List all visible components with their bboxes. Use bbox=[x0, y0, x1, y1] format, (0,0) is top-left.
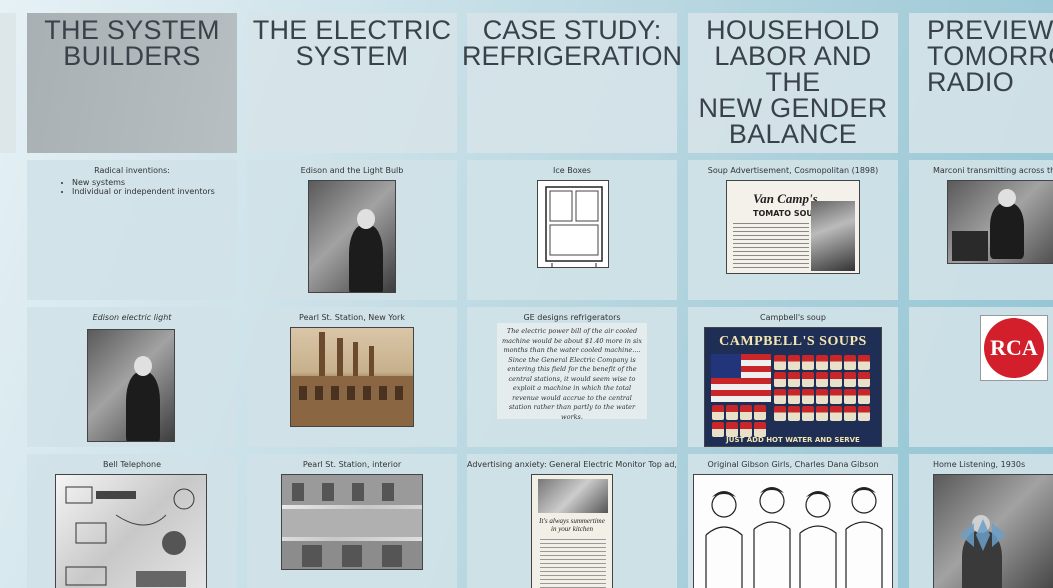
rca-logo: RCA bbox=[980, 315, 1048, 381]
telephone-diagram bbox=[55, 474, 207, 588]
van-camps-ad: Van Camp's TOMATO SOUP bbox=[726, 180, 860, 274]
person-head bbox=[134, 356, 152, 376]
bullet-item: Individual or independent inventors bbox=[72, 187, 215, 196]
slide-title: Ice Boxes bbox=[553, 166, 591, 175]
slide-card[interactable]: Radical inventions: New systems Individu… bbox=[27, 160, 237, 300]
gibson-girls-drawing bbox=[693, 474, 893, 588]
quote-text: The electric power bill of the air coole… bbox=[497, 323, 647, 421]
person-figure bbox=[349, 225, 383, 292]
home-listening-photo bbox=[933, 474, 1053, 588]
station-interior-drawing bbox=[281, 474, 423, 570]
rca-logo-mark: RCA bbox=[984, 318, 1044, 378]
station-building bbox=[291, 332, 413, 426]
column-household-labor: HOUSEHOLD LABOR AND THE NEW GENDER BALAN… bbox=[688, 0, 898, 588]
column-refrigeration: CASE STUDY: REFRIGERATION Ice Boxes GE d… bbox=[462, 0, 682, 588]
slide-card[interactable]: Ice Boxes bbox=[467, 160, 677, 300]
person-figure bbox=[990, 203, 1024, 259]
pearl-station-photo bbox=[290, 327, 414, 427]
title-card[interactable]: THE ELECTRIC SYSTEM bbox=[247, 13, 457, 153]
bullet-list: New systems Individual or independent in… bbox=[72, 178, 215, 196]
title-card[interactable]: HOUSEHOLD LABOR AND THE NEW GENDER BALAN… bbox=[688, 13, 898, 153]
ornament-icon bbox=[960, 519, 1006, 551]
interior-sketch bbox=[282, 475, 422, 569]
person-head bbox=[357, 209, 375, 229]
radio-equipment bbox=[952, 231, 988, 261]
campbells-ad: CAMPBELL'S SOUPS JUST ADD HOT WATER AND … bbox=[704, 327, 882, 447]
ad-footer: JUST ADD HOT WATER AND SERVE bbox=[726, 436, 860, 444]
icebox-sketch bbox=[545, 186, 603, 267]
slide-card[interactable]: Soup Advertisement, Cosmopolitan (1898) … bbox=[688, 160, 898, 300]
slide-card[interactable]: GE designs refrigerators The electric po… bbox=[467, 307, 677, 447]
slide-title: Bell Telephone bbox=[102, 460, 162, 469]
slide-card[interactable]: Edison and the Light Bulb bbox=[247, 160, 457, 300]
offscreen-card-edge bbox=[0, 13, 16, 153]
column-preview-radio: PREVIEW: TOMORROW RADIO Marconi transmit… bbox=[909, 0, 1053, 588]
ge-monitor-top-ad: It's always summertime in your kitchen bbox=[531, 474, 613, 588]
section-title: THE ELECTRIC SYSTEM bbox=[252, 15, 452, 71]
slide-title: Edison and the Light Bulb bbox=[300, 166, 404, 175]
column-system-builders: THE SYSTEM BUILDERS Radical inventions: … bbox=[27, 0, 237, 588]
prezi-overview-canvas: THE SYSTEM BUILDERS Radical inventions: … bbox=[0, 0, 1053, 588]
section-title: THE SYSTEM BUILDERS bbox=[44, 15, 220, 71]
title-card[interactable]: PREVIEW: TOMORROW RADIO bbox=[909, 13, 1053, 153]
section-title: HOUSEHOLD LABOR AND THE NEW GENDER BALAN… bbox=[698, 15, 888, 149]
slide-title: Advertising anxiety: General Electric Mo… bbox=[467, 460, 677, 469]
slide-card[interactable]: Home Listening, 1930s bbox=[909, 454, 1053, 588]
flag-canton bbox=[711, 354, 741, 378]
slide-title: Edison electric light bbox=[92, 313, 172, 322]
slide-title: Pearl St. Station, New York bbox=[299, 313, 405, 322]
marconi-photo bbox=[947, 180, 1053, 264]
ad-headline: It's always summertime in your kitchen bbox=[539, 517, 605, 533]
flag-stripes bbox=[711, 354, 771, 402]
slide-card[interactable]: Pearl St. Station, New York bbox=[247, 307, 457, 447]
slide-title: Home Listening, 1930s bbox=[933, 460, 1026, 469]
ad-body-text bbox=[733, 223, 809, 269]
slide-title: Marconi transmitting across the A bbox=[933, 166, 1053, 175]
ad-body-text bbox=[540, 539, 606, 588]
slide-title: Soup Advertisement, Cosmopolitan (1898) bbox=[707, 166, 879, 175]
ad-illustration bbox=[538, 479, 608, 513]
soup-can-grid bbox=[773, 354, 879, 432]
slide-title: Original Gibson Girls, Charles Dana Gibs… bbox=[707, 460, 879, 469]
slide-card[interactable]: Advertising anxiety: General Electric Mo… bbox=[467, 454, 677, 588]
section-title: PREVIEW: TOMORROW RADIO bbox=[927, 15, 1053, 97]
slide-title: Pearl St. Station, interior bbox=[302, 460, 402, 469]
edison-photo bbox=[87, 329, 175, 442]
slide-card[interactable]: RCA bbox=[909, 307, 1053, 447]
slide-card[interactable]: Original Gibson Girls, Charles Dana Gibs… bbox=[688, 454, 898, 588]
slide-card[interactable]: Marconi transmitting across the A bbox=[909, 160, 1053, 300]
column-electric-system: THE ELECTRIC SYSTEM Edison and the Light… bbox=[247, 0, 457, 588]
slide-card[interactable]: Edison electric light bbox=[27, 307, 237, 447]
title-card[interactable]: CASE STUDY: REFRIGERATION bbox=[462, 13, 682, 153]
soup-can-grid-left bbox=[711, 404, 771, 437]
slide-card[interactable]: Campbell's soup CAMPBELL'S SOUPS JUST AD… bbox=[688, 307, 898, 447]
slide-title: Radical inventions: bbox=[94, 166, 170, 175]
slide-card[interactable]: Bell Telephone bbox=[27, 454, 237, 588]
title-card[interactable]: THE SYSTEM BUILDERS bbox=[27, 13, 237, 153]
section-title: CASE STUDY: REFRIGERATION bbox=[462, 15, 683, 71]
slide-title: GE designs refrigerators bbox=[523, 313, 621, 322]
edison-lightbulb-photo bbox=[308, 180, 396, 293]
person-head bbox=[998, 189, 1016, 207]
ad-brand: CAMPBELL'S SOUPS bbox=[719, 334, 867, 349]
gibson-girls-sketch bbox=[705, 487, 883, 588]
telephone-sketch bbox=[65, 486, 195, 587]
slide-title: Campbell's soup bbox=[760, 313, 826, 322]
bullet-item: New systems bbox=[72, 178, 215, 187]
ad-woman-illustration bbox=[811, 201, 855, 271]
slide-card[interactable]: Pearl St. Station, interior bbox=[247, 454, 457, 588]
icebox-illustration bbox=[537, 180, 609, 268]
person-figure bbox=[126, 372, 160, 441]
